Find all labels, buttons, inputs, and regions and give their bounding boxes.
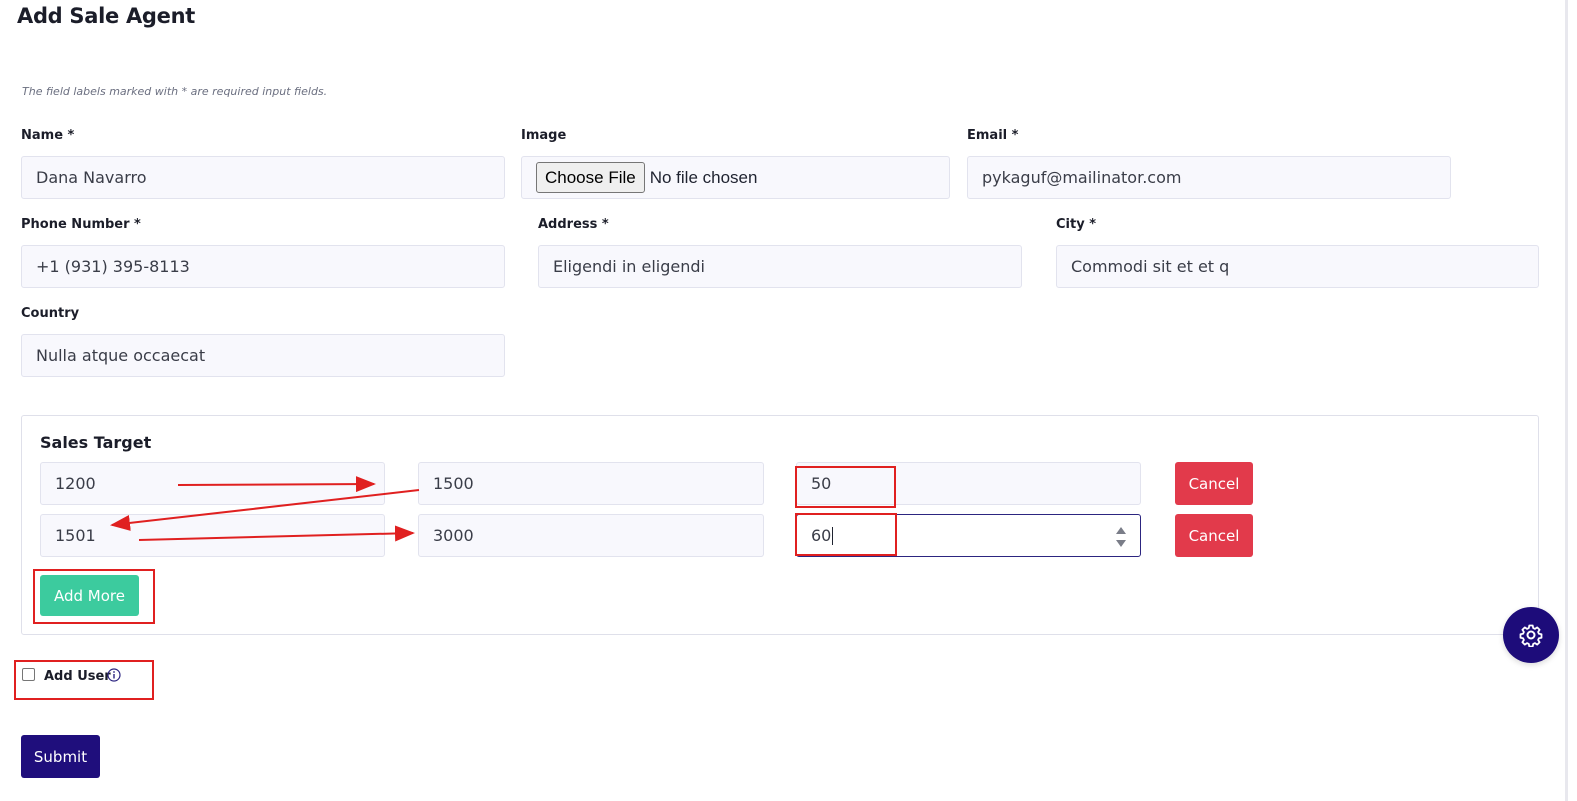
settings-fab[interactable] — [1503, 607, 1559, 663]
email-label: Email * — [967, 128, 1019, 143]
name-label: Name * — [21, 128, 75, 143]
submit-button[interactable]: Submit — [21, 735, 100, 778]
page-title: Add Sale Agent — [17, 4, 195, 28]
email-input[interactable]: pykaguf@mailinator.com — [967, 156, 1451, 199]
gear-icon — [1519, 624, 1543, 647]
annotation-arrows — [110, 476, 420, 542]
address-label: Address * — [538, 217, 609, 232]
city-input[interactable]: Commodi sit et et q — [1056, 245, 1539, 288]
spinner-icon[interactable] — [1116, 526, 1126, 548]
country-label: Country — [21, 306, 80, 321]
phone-input[interactable]: +1 (931) 395-8113 — [21, 245, 505, 288]
cancel-button[interactable]: Cancel — [1175, 514, 1253, 557]
image-label: Image — [521, 128, 567, 143]
phone-label: Phone Number * — [21, 217, 141, 232]
annotation-box — [14, 660, 154, 700]
country-input[interactable]: Nulla atque occaecat — [21, 334, 505, 377]
choose-file-button[interactable]: Choose File — [536, 162, 645, 193]
annotation-box — [795, 513, 897, 556]
target-to-input[interactable]: 1500 — [418, 462, 764, 505]
scrollbar[interactable] — [1565, 0, 1568, 801]
target-to-input[interactable]: 3000 — [418, 514, 764, 557]
city-label: City * — [1056, 217, 1097, 232]
address-input[interactable]: Eligendi in eligendi — [538, 245, 1022, 288]
cancel-button[interactable]: Cancel — [1175, 462, 1253, 505]
file-status: No file chosen — [649, 167, 758, 187]
sales-target-title: Sales Target — [40, 433, 152, 452]
target-from-input[interactable]: 1501 — [40, 514, 385, 557]
annotation-box — [33, 569, 155, 624]
target-from-input[interactable]: 1200 — [40, 462, 385, 505]
image-file-input[interactable]: Choose File No file chosen — [521, 156, 950, 199]
required-fields-note: The field labels marked with * are requi… — [22, 85, 328, 98]
annotation-box — [795, 466, 896, 508]
name-input[interactable]: Dana Navarro — [21, 156, 505, 199]
